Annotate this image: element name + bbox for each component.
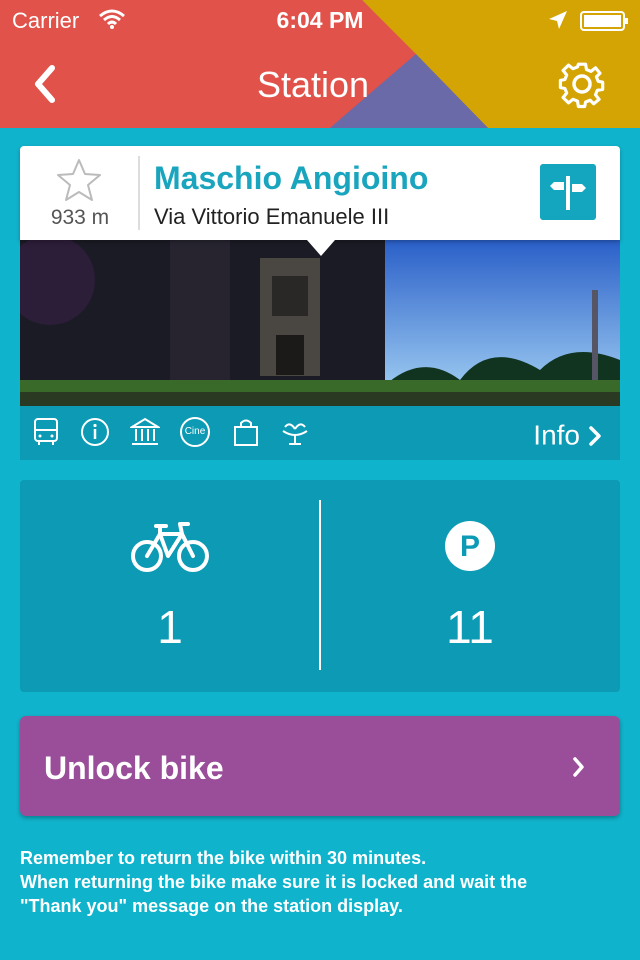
notice-line: "Thank you" message on the station displ… <box>20 896 403 916</box>
settings-button[interactable] <box>556 58 608 115</box>
info-icon <box>81 418 109 446</box>
page-title: Station <box>256 64 370 105</box>
bikes-available-count: 1 <box>157 601 183 653</box>
parking-available-count: 11 <box>446 601 494 653</box>
station-address: Via Vittorio Emanuele III <box>154 204 390 229</box>
notice-line: When returning the bike make sure it is … <box>20 872 528 892</box>
station-header: 933 m Maschio Angioino Via Vittorio Eman… <box>20 146 620 240</box>
parking-letter: P <box>460 530 480 563</box>
notice-line: Remember to return the bike within 30 mi… <box>20 848 427 868</box>
directions-button[interactable] <box>540 164 596 220</box>
battery-full-icon <box>580 10 630 38</box>
amenities-bar: Cine Info <box>20 406 620 460</box>
location-arrow-icon <box>548 10 568 36</box>
station-name: Maschio Angioino <box>154 160 429 196</box>
parking-icon: P <box>445 521 495 571</box>
availability-panel: P 1 11 <box>20 480 620 692</box>
station-photo <box>20 240 620 406</box>
shopping-bag-icon <box>234 419 258 446</box>
station-card: 933 m Maschio Angioino Via Vittorio Eman… <box>20 146 620 460</box>
status-bar: Carrier 6:04 PM <box>0 0 640 40</box>
distance-label: 933 m <box>50 206 110 229</box>
gear-icon <box>558 62 605 109</box>
unlock-bike-button[interactable]: Unlock bike <box>20 716 620 816</box>
header: Carrier 6:04 PM Station <box>0 0 640 128</box>
info-link[interactable]: Info <box>533 418 602 452</box>
museum-icon <box>130 417 160 445</box>
bus-icon <box>34 418 58 445</box>
divider <box>138 156 140 230</box>
return-notice: Remember to return the bike within 30 mi… <box>20 846 620 918</box>
fountain-icon <box>282 423 308 445</box>
clock: 6:04 PM <box>276 7 364 33</box>
bicycle-icon <box>131 522 209 572</box>
chevron-right-icon <box>589 425 601 446</box>
star-outline-icon <box>57 159 101 201</box>
favorite-button[interactable]: 933 m <box>20 146 138 240</box>
unlock-bike-label: Unlock bike <box>44 750 224 786</box>
chevron-right-icon <box>573 757 584 777</box>
cine-icon: Cine <box>180 417 210 447</box>
signpost-icon <box>550 176 586 210</box>
info-label: Info <box>533 419 580 451</box>
callout-pointer <box>307 240 335 256</box>
